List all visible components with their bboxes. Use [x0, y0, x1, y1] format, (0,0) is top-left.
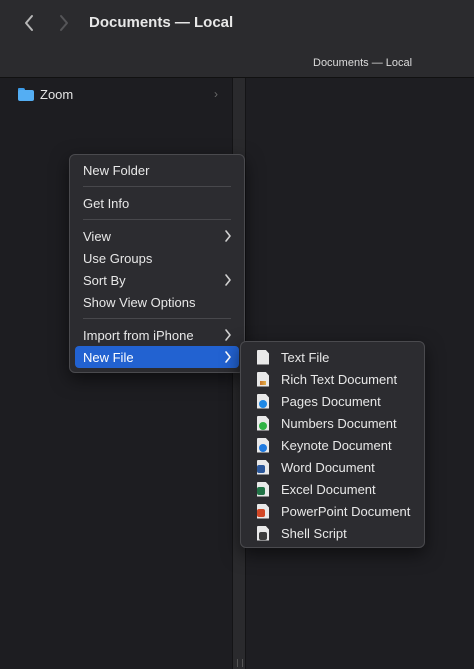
menu-item-label: Sort By — [83, 272, 126, 288]
submenu-item-label: Keynote Document — [281, 437, 392, 453]
folder-icon — [18, 87, 34, 101]
toolbar: Documents — Local Documents — Local — [0, 0, 474, 78]
menu-item-show-view-options[interactable]: Show View Options — [75, 291, 239, 313]
menu-item-label: Import from iPhone — [83, 327, 194, 343]
menu-separator — [83, 186, 231, 187]
pages-icon — [257, 393, 270, 409]
chevron-left-icon — [25, 15, 33, 31]
submenu-item-word-document[interactable]: Word Document — [246, 456, 419, 478]
chevron-right-icon — [225, 274, 231, 286]
submenu-item-label: Pages Document — [281, 393, 381, 409]
menu-item-new-file[interactable]: New File — [75, 346, 239, 368]
shell-script-icon — [257, 525, 270, 541]
menu-item-label: Show View Options — [83, 294, 196, 310]
submenu-item-text-file[interactable]: Text File — [246, 346, 419, 368]
menu-item-get-info[interactable]: Get Info — [75, 192, 239, 214]
submenu-item-pages-document[interactable]: Pages Document — [246, 390, 419, 412]
menu-item-label: View — [83, 228, 111, 244]
chevron-right-icon: › — [214, 87, 218, 101]
rich-text-icon — [257, 371, 270, 387]
submenu-item-rich-text-document[interactable]: Rich Text Document — [246, 368, 419, 390]
excel-icon — [257, 481, 270, 497]
menu-item-view[interactable]: View — [75, 225, 239, 247]
submenu-item-powerpoint-document[interactable]: PowerPoint Document — [246, 500, 419, 522]
chevron-right-icon — [60, 15, 68, 31]
path-title: Documents — Local — [313, 57, 413, 69]
chevron-right-icon — [225, 230, 231, 242]
back-button[interactable] — [17, 10, 41, 36]
menu-item-use-groups[interactable]: Use Groups — [75, 247, 239, 269]
folder-row-zoom[interactable]: Zoom › — [8, 84, 224, 104]
new-file-submenu: Text File Rich Text Document Pages Docum… — [240, 341, 425, 548]
submenu-item-label: Text File — [281, 349, 330, 365]
word-icon — [257, 459, 270, 475]
menu-item-label: Get Info — [83, 195, 130, 211]
submenu-item-excel-document[interactable]: Excel Document — [246, 478, 419, 500]
numbers-icon — [257, 415, 270, 431]
chevron-right-icon — [225, 329, 231, 341]
resize-grip-icon — [237, 659, 243, 667]
menu-separator — [83, 219, 231, 220]
keynote-icon — [257, 437, 270, 453]
menu-item-label: New File — [83, 349, 134, 365]
submenu-item-label: Word Document — [281, 459, 375, 475]
submenu-item-label: Numbers Document — [281, 415, 397, 431]
folder-label: Zoom — [40, 86, 74, 102]
menu-separator — [83, 318, 231, 319]
submenu-item-shell-script[interactable]: Shell Script — [246, 522, 419, 544]
menu-item-label: Use Groups — [83, 250, 153, 266]
forward-button[interactable] — [52, 10, 76, 36]
submenu-item-label: PowerPoint Document — [281, 503, 411, 519]
powerpoint-icon — [257, 503, 270, 519]
submenu-item-label: Rich Text Document — [281, 371, 398, 387]
menu-item-sort-by[interactable]: Sort By — [75, 269, 239, 291]
submenu-item-numbers-document[interactable]: Numbers Document — [246, 412, 419, 434]
chevron-right-icon — [225, 351, 231, 363]
text-file-icon — [257, 349, 270, 365]
menu-item-label: New Folder — [83, 162, 150, 178]
window-title: Documents — Local — [89, 14, 234, 31]
context-menu: New Folder Get Info View Use Groups Sort… — [69, 154, 245, 373]
submenu-item-label: Shell Script — [281, 525, 347, 541]
submenu-item-label: Excel Document — [281, 481, 376, 497]
menu-item-new-folder[interactable]: New Folder — [75, 159, 239, 181]
submenu-item-keynote-document[interactable]: Keynote Document — [246, 434, 419, 456]
menu-item-import-from-iphone[interactable]: Import from iPhone — [75, 324, 239, 346]
